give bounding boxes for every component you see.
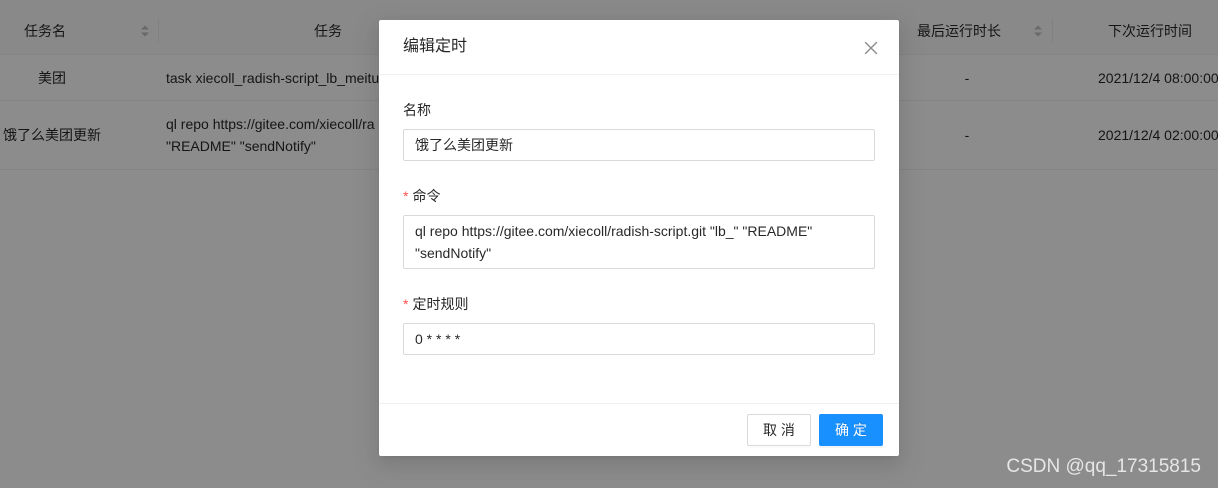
cancel-button[interactable]: 取 消 — [747, 414, 811, 446]
form-label-name: 名称 — [403, 99, 875, 129]
close-icon — [864, 41, 878, 55]
form-item-command: * 命令 ql repo https://gitee.com/xiecoll/ra… — [403, 185, 875, 269]
name-input[interactable] — [403, 129, 875, 161]
modal-close-button[interactable] — [843, 20, 899, 76]
form-item-name: 名称 — [403, 99, 875, 161]
form-item-schedule: * 定时规则 — [403, 293, 875, 355]
watermark: CSDN @qq_17315815 — [1006, 456, 1201, 477]
modal-body: 名称 *命令 ql repo https://gitee.com/xiecoll… — [379, 75, 899, 403]
form-label-text: 名称 — [403, 102, 431, 118]
form-label-text: 定时规则 — [412, 296, 469, 312]
schedule-input[interactable] — [403, 323, 875, 355]
required-mark: * — [403, 296, 409, 312]
form-label-text: 命令 — [412, 188, 441, 204]
ok-button[interactable]: 确 定 — [819, 414, 883, 446]
command-textarea[interactable]: ql repo https://gitee.com/xiecoll/radish… — [403, 215, 875, 269]
edit-cron-modal: 编辑定时 名称 *命令 ql repo https://gitee.com/xi… — [379, 20, 899, 456]
required-mark: * — [403, 188, 409, 204]
modal-header: 编辑定时 — [379, 20, 899, 75]
page: 任务名 任务 最后运行时长 下次运行时间 美团 task xiecoll_rad… — [0, 0, 1218, 488]
form-label-schedule: * 定时规则 — [403, 293, 875, 323]
modal-footer: 取 消 确 定 — [379, 403, 899, 456]
modal-title: 编辑定时 — [403, 38, 468, 55]
form-label-command: * 命令 — [403, 185, 875, 215]
